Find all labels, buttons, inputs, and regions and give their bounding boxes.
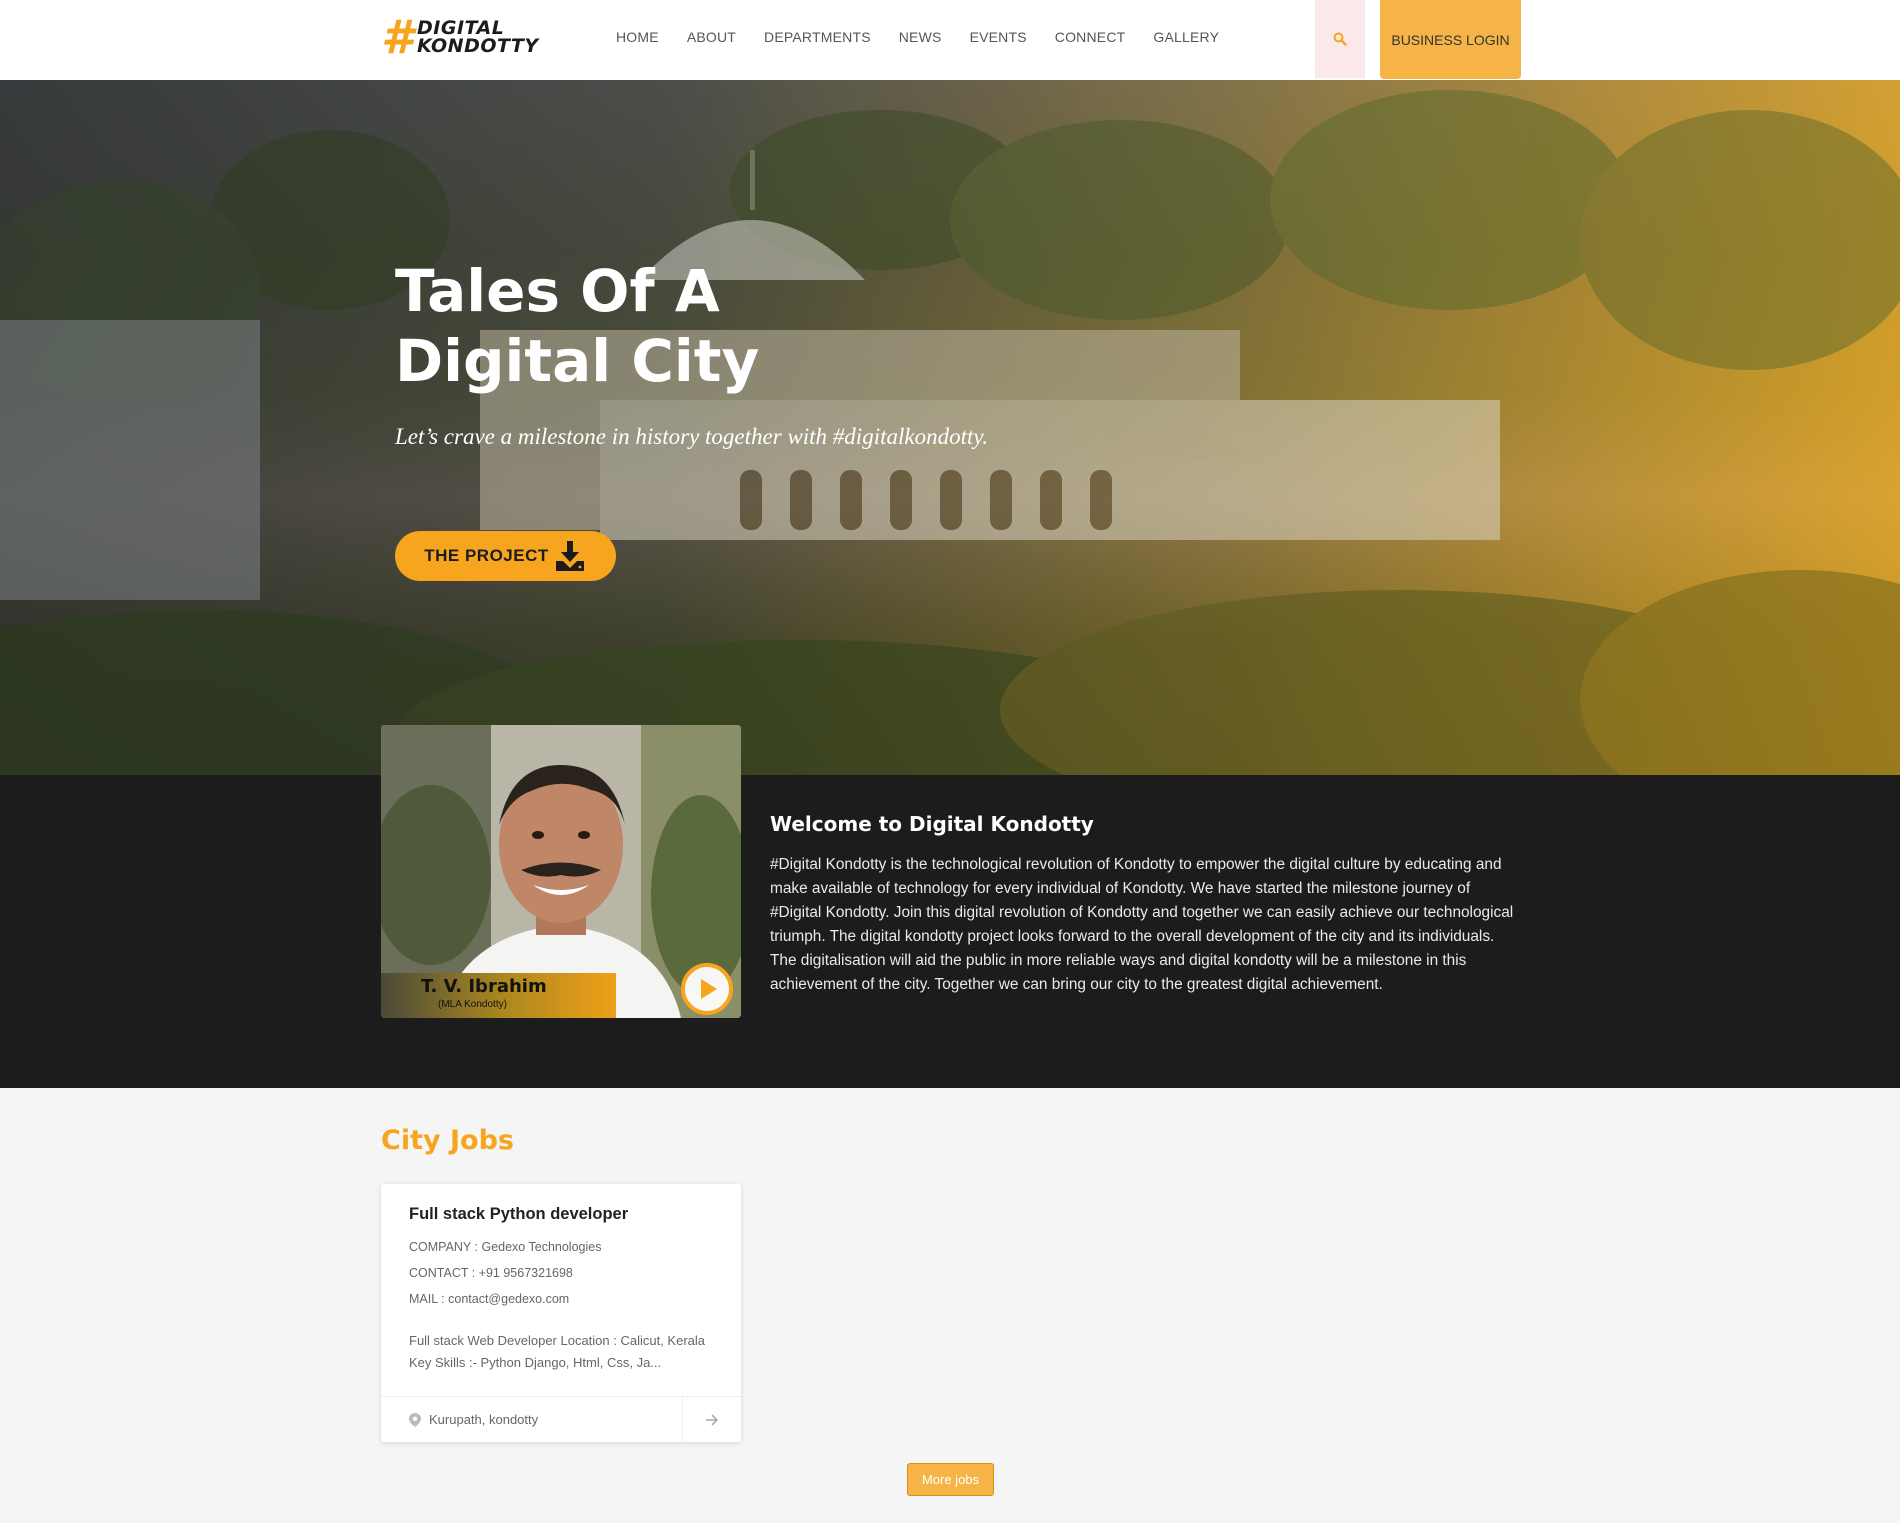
mla-name-banner: T. V. Ibrahim (MLA Kondotty)	[381, 973, 616, 1018]
logo-line2: KONDOTTY	[417, 35, 539, 57]
more-jobs-button[interactable]: More jobs	[907, 1463, 994, 1496]
job-title: Full stack Python developer	[409, 1205, 629, 1223]
nav-gallery[interactable]: GALLERY	[1153, 29, 1219, 45]
map-pin-icon	[409, 1412, 421, 1427]
job-open-button[interactable]	[683, 1397, 741, 1442]
search-icon	[1333, 32, 1347, 46]
logo-hash-icon: #	[381, 10, 414, 64]
mla-video-card[interactable]: T. V. Ibrahim (MLA Kondotty)	[381, 725, 741, 1018]
main-nav: HOME ABOUT DEPARTMENTS NEWS EVENTS CONNE…	[602, 0, 1233, 74]
job-mail: MAIL : contact@gedexo.com	[409, 1292, 570, 1306]
arrow-right-icon	[706, 1413, 719, 1426]
play-icon	[701, 979, 717, 999]
download-icon	[555, 541, 584, 571]
nav-departments[interactable]: DEPARTMENTS	[764, 29, 871, 45]
site-header: # DIGITAL KONDOTTY HOME ABOUT DEPARTMENT…	[0, 0, 1900, 80]
hero-subtitle: Let’s crave a milestone in history toget…	[395, 424, 989, 449]
nav-about[interactable]: ABOUT	[687, 29, 736, 45]
welcome-title: Welcome to Digital Kondotty	[770, 812, 1094, 836]
job-footer: Kurupath, kondotty	[381, 1396, 741, 1442]
search-button[interactable]	[1315, 0, 1365, 78]
the-project-label: THE PROJECT	[424, 546, 549, 565]
site-logo[interactable]: # DIGITAL KONDOTTY	[381, 10, 539, 64]
job-contact: CONTACT : +91 9567321698	[409, 1266, 573, 1280]
nav-connect[interactable]: CONNECT	[1055, 29, 1126, 45]
mla-name: T. V. Ibrahim	[421, 976, 547, 997]
nav-events[interactable]: EVENTS	[970, 29, 1027, 45]
job-description: Full stack Web Developer Location : Cali…	[409, 1333, 706, 1370]
hero-banner: Tales Of A Digital City Let’s crave a mi…	[0, 80, 1900, 775]
the-project-button[interactable]: THE PROJECT	[395, 531, 616, 581]
job-location-text: Kurupath, kondotty	[429, 1412, 539, 1427]
job-location: Kurupath, kondotty	[381, 1397, 683, 1442]
business-login-button[interactable]: BUSINESS LOGIN	[1380, 0, 1521, 79]
welcome-text: #Digital Kondotty is the technological r…	[770, 856, 1514, 993]
hero-title: Tales Of A Digital City	[395, 257, 760, 395]
nav-home[interactable]: HOME	[616, 29, 659, 45]
play-button[interactable]	[681, 963, 733, 1015]
city-jobs-title: City Jobs	[381, 1125, 514, 1156]
job-company: COMPANY : Gedexo Technologies	[409, 1240, 602, 1254]
job-card[interactable]: Full stack Python developer COMPANY : Ge…	[381, 1184, 741, 1442]
mla-role: (MLA Kondotty)	[438, 999, 507, 1010]
nav-news[interactable]: NEWS	[899, 29, 942, 45]
